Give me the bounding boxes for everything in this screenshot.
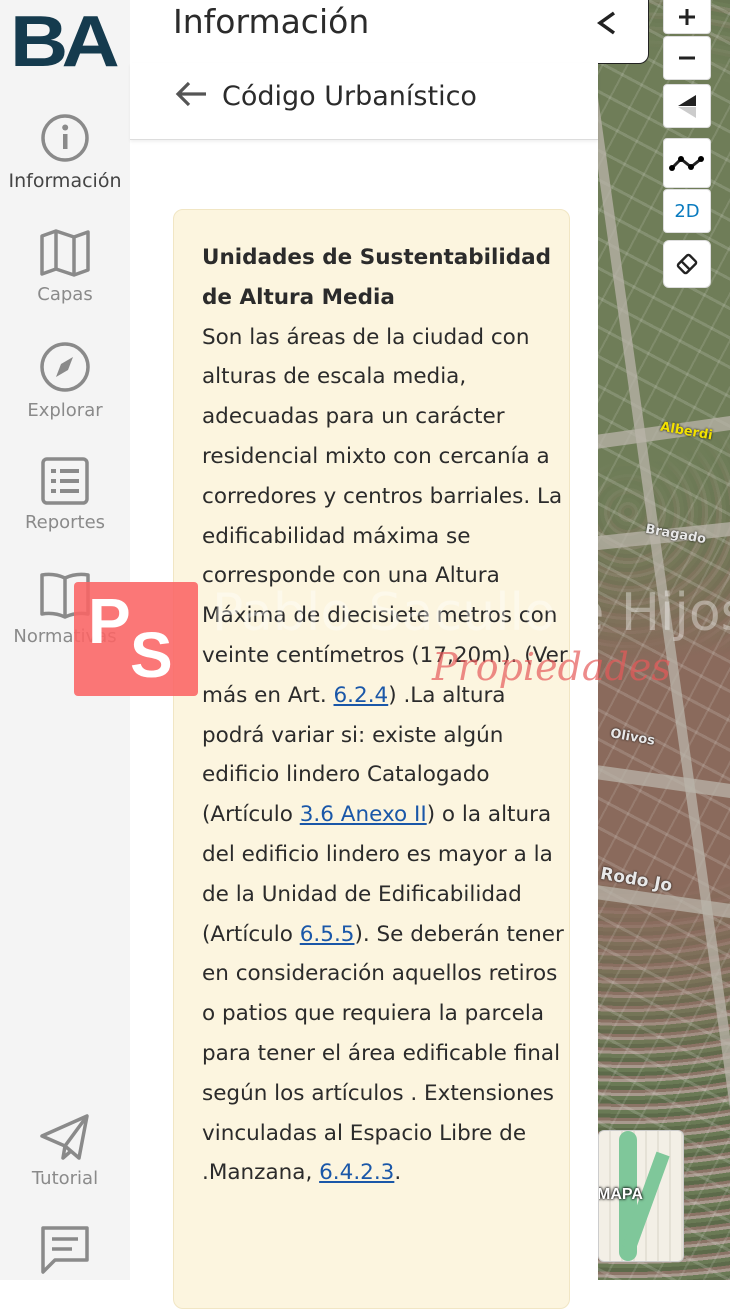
compass-icon xyxy=(40,342,90,392)
back-arrow-icon[interactable] xyxy=(174,79,208,109)
info-icon xyxy=(41,114,89,162)
sidebar-item-label: Capas xyxy=(37,284,93,305)
zoom-in-button[interactable] xyxy=(663,0,711,34)
street-label-olivos: Olivos xyxy=(609,726,657,749)
toggle-2d-button[interactable]: 2D xyxy=(663,189,711,233)
panel-header: Información xyxy=(130,0,649,64)
list-icon xyxy=(41,457,89,505)
subheader: Código Urbanístico xyxy=(130,63,598,140)
mode-label: 2D xyxy=(674,200,700,222)
plus-icon xyxy=(679,8,695,25)
card-body-5: . xyxy=(394,1160,402,1186)
watermark-name: Pablo Sacullo e Hijos xyxy=(212,583,730,643)
info-card: Unidades de Sustentabilidad de Altura Me… xyxy=(173,209,570,1309)
measure-button[interactable] xyxy=(663,138,711,188)
sidebar-item-label: Tutorial xyxy=(31,1168,99,1189)
card-text: Unidades de Sustentabilidad de Altura Me… xyxy=(202,238,572,1193)
watermark-badge-p: P xyxy=(88,585,131,657)
watermark-badge: P S xyxy=(74,582,198,696)
sidebar-item-label: Explorar xyxy=(27,400,103,421)
sidebar-item-reportes[interactable]: Reportes xyxy=(0,456,130,533)
minimap-button[interactable]: MAPA xyxy=(598,1130,684,1262)
link-3-6-anexo-ii[interactable]: 3.6 Anexo II xyxy=(300,802,427,827)
sidebar-item-informacion[interactable]: Información xyxy=(0,112,130,192)
zoom-out-button[interactable] xyxy=(663,36,711,80)
panel-title: Información xyxy=(173,2,370,41)
paper-plane-icon xyxy=(40,1114,89,1160)
sidebar-item-feedback[interactable] xyxy=(0,1224,130,1276)
card-body-4: ). Se deberán tener en consideración aqu… xyxy=(202,921,564,1186)
path-icon xyxy=(669,156,704,171)
map-icon xyxy=(40,229,90,277)
link-art-6-5-5[interactable]: 6.5.5 xyxy=(300,922,355,947)
chat-icon xyxy=(41,1226,89,1274)
panel-subtitle: Código Urbanístico xyxy=(222,81,477,112)
watermark-sub: Propiedades xyxy=(432,645,671,689)
sidebar-item-tutorial[interactable]: Tutorial xyxy=(0,1112,130,1189)
minus-icon xyxy=(679,56,695,60)
sidebar-item-explorar[interactable]: Explorar xyxy=(0,340,130,421)
close-icon[interactable] xyxy=(594,10,618,36)
sidebar-item-label: Reportes xyxy=(24,512,106,533)
watermark-badge-s: S xyxy=(130,619,173,691)
link-art-6-2-4[interactable]: 6.2.4 xyxy=(334,683,389,708)
minimap-label: MAPA xyxy=(598,1186,643,1203)
ba-logo[interactable]: BA xyxy=(10,6,120,78)
compass-icon xyxy=(678,95,696,118)
draw-button[interactable] xyxy=(663,240,711,288)
card-heading: Unidades de Sustentabilidad de Altura Me… xyxy=(202,245,552,310)
sidebar-item-capas[interactable]: Capas xyxy=(0,228,130,305)
compass-button[interactable] xyxy=(663,84,711,128)
eraser-icon xyxy=(676,253,698,275)
link-6-4-2-3[interactable]: 6.4.2.3 xyxy=(319,1160,394,1185)
sidebar-item-label: Información xyxy=(8,170,122,192)
